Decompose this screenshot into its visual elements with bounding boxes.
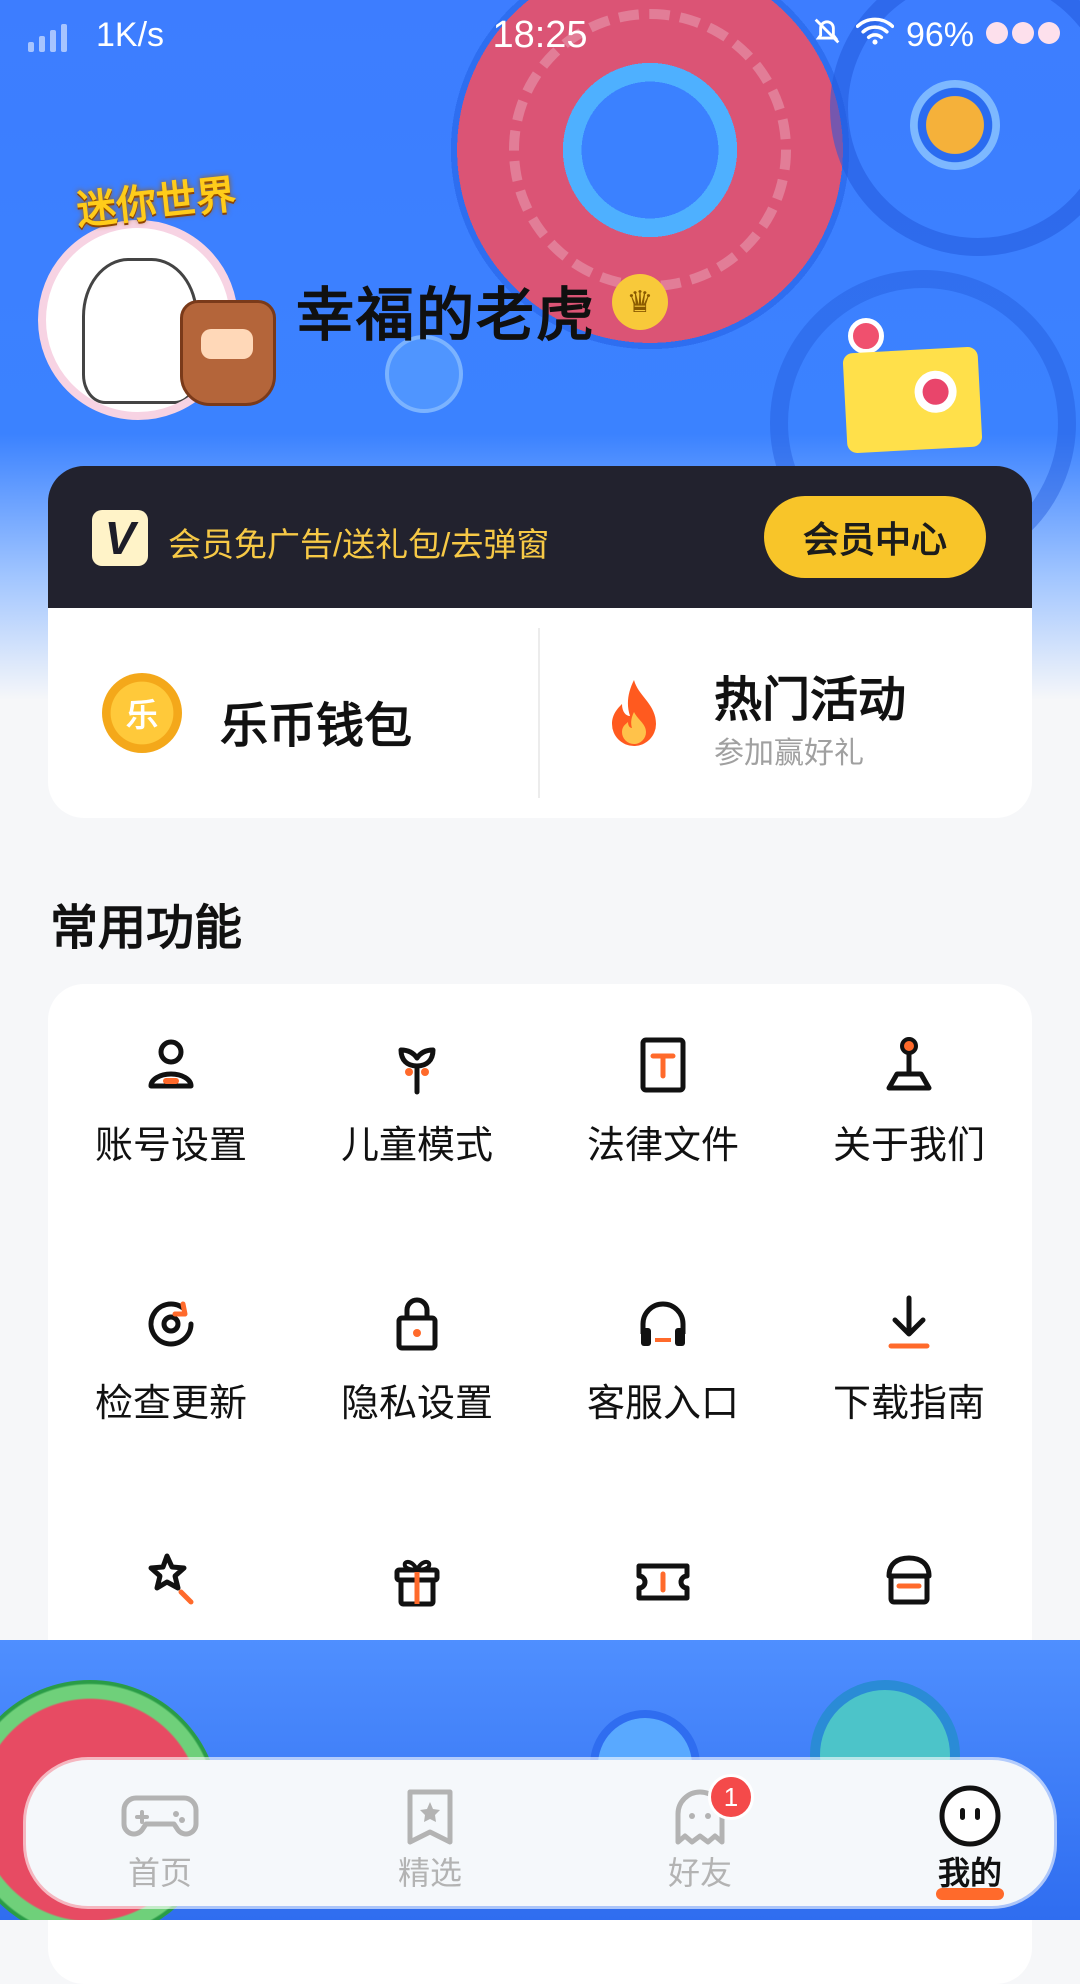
download-icon bbox=[888, 1295, 930, 1349]
fire-icon bbox=[612, 680, 656, 746]
status-icons: 96% bbox=[810, 14, 1064, 56]
item-label: 隐私设置 bbox=[340, 1383, 493, 1425]
account-settings-item[interactable]: 账号设置 bbox=[48, 984, 294, 1184]
tab-label: 好友 bbox=[667, 1855, 732, 1891]
coin-icon: 乐 bbox=[102, 673, 182, 753]
item-label: 下载指南 bbox=[832, 1383, 985, 1425]
item-label: 法律文件 bbox=[586, 1125, 739, 1167]
check-update-item[interactable]: 检查更新 bbox=[48, 1242, 294, 1442]
battery-level: 96% bbox=[905, 15, 974, 54]
vip-benefits-text: 会员免广告/送礼包/去弹窗 bbox=[168, 526, 550, 563]
section-title: 常用功能 bbox=[50, 902, 243, 955]
kids-mode-item[interactable]: 儿童模式 bbox=[294, 984, 540, 1184]
friends-unread-badge: 1 bbox=[708, 1774, 754, 1820]
avatar[interactable]: 迷你世界 bbox=[30, 160, 276, 420]
gift-icon bbox=[394, 1559, 440, 1607]
vip-logo-icon: V bbox=[92, 510, 148, 566]
username[interactable]: 幸福的老虎 bbox=[296, 268, 596, 352]
status-extra-icons bbox=[986, 22, 1064, 48]
star-bookmark-icon bbox=[407, 1789, 453, 1845]
item-label: 关于我们 bbox=[832, 1125, 985, 1167]
sprout-icon bbox=[398, 1047, 436, 1095]
pin-decoration bbox=[848, 318, 884, 354]
tab-featured[interactable]: 精选 bbox=[360, 1776, 500, 1896]
privacy-settings-item[interactable]: 隐私设置 bbox=[294, 1242, 540, 1442]
document-icon bbox=[640, 1037, 686, 1093]
item-label: 儿童模式 bbox=[340, 1125, 493, 1167]
hot-activity-subtitle: 参加赢好礼 bbox=[714, 737, 864, 770]
mascot-icon bbox=[180, 300, 276, 406]
tab-mine[interactable]: 我的 bbox=[900, 1776, 1040, 1900]
coupon-icon bbox=[636, 1563, 690, 1601]
magic-wand-icon bbox=[148, 1553, 194, 1605]
coin-decoration bbox=[910, 80, 1000, 170]
legal-documents-item[interactable]: 法律文件 bbox=[540, 984, 786, 1184]
customer-service-item[interactable]: 客服入口 bbox=[540, 1242, 786, 1442]
divider bbox=[538, 628, 540, 798]
bottom-tab-bar: 首页 精选 1 好友 我的 bbox=[26, 1760, 1054, 1906]
wifi-icon bbox=[855, 16, 895, 54]
download-guide-item[interactable]: 下载指南 bbox=[786, 1242, 1032, 1442]
item-label: 账号设置 bbox=[94, 1125, 247, 1167]
tab-home[interactable]: 首页 bbox=[90, 1776, 230, 1896]
bell-muted-icon bbox=[810, 14, 844, 56]
tab-label: 首页 bbox=[127, 1855, 192, 1891]
lock-icon bbox=[396, 1297, 438, 1351]
box-decoration bbox=[842, 346, 983, 454]
hot-activity-title: 热门活动 bbox=[714, 674, 907, 727]
crown-icon[interactable]: ♛ bbox=[612, 274, 668, 330]
user-icon bbox=[148, 1039, 194, 1089]
tab-label: 精选 bbox=[397, 1855, 462, 1891]
wallet-label: 乐币钱包 bbox=[220, 700, 413, 753]
refresh-icon bbox=[148, 1301, 194, 1347]
vip-center-button[interactable]: 会员中心 bbox=[764, 496, 986, 578]
joystick-icon bbox=[886, 1037, 932, 1091]
gamepad-icon bbox=[121, 1795, 199, 1837]
avatar-frame-badge: 迷你世界 bbox=[74, 172, 239, 234]
quick-cards: 乐 乐币钱包 热门活动 参加赢好礼 bbox=[48, 608, 1032, 818]
tab-friends[interactable]: 1 好友 bbox=[630, 1774, 770, 1896]
wallet-card[interactable]: 乐 乐币钱包 bbox=[48, 608, 538, 818]
item-label: 客服入口 bbox=[586, 1383, 739, 1425]
active-tab-indicator bbox=[936, 1888, 1004, 1900]
status-bar: 1K/s 18:25 96% bbox=[0, 0, 1080, 76]
smiley-face-icon bbox=[939, 1785, 1001, 1847]
about-us-item[interactable]: 关于我们 bbox=[786, 984, 1032, 1184]
headset-icon bbox=[640, 1301, 686, 1346]
vip-banner[interactable]: V 会员免广告/送礼包/去弹窗 会员中心 bbox=[48, 466, 1032, 608]
store-icon bbox=[886, 1555, 932, 1605]
item-label: 检查更新 bbox=[94, 1383, 247, 1425]
